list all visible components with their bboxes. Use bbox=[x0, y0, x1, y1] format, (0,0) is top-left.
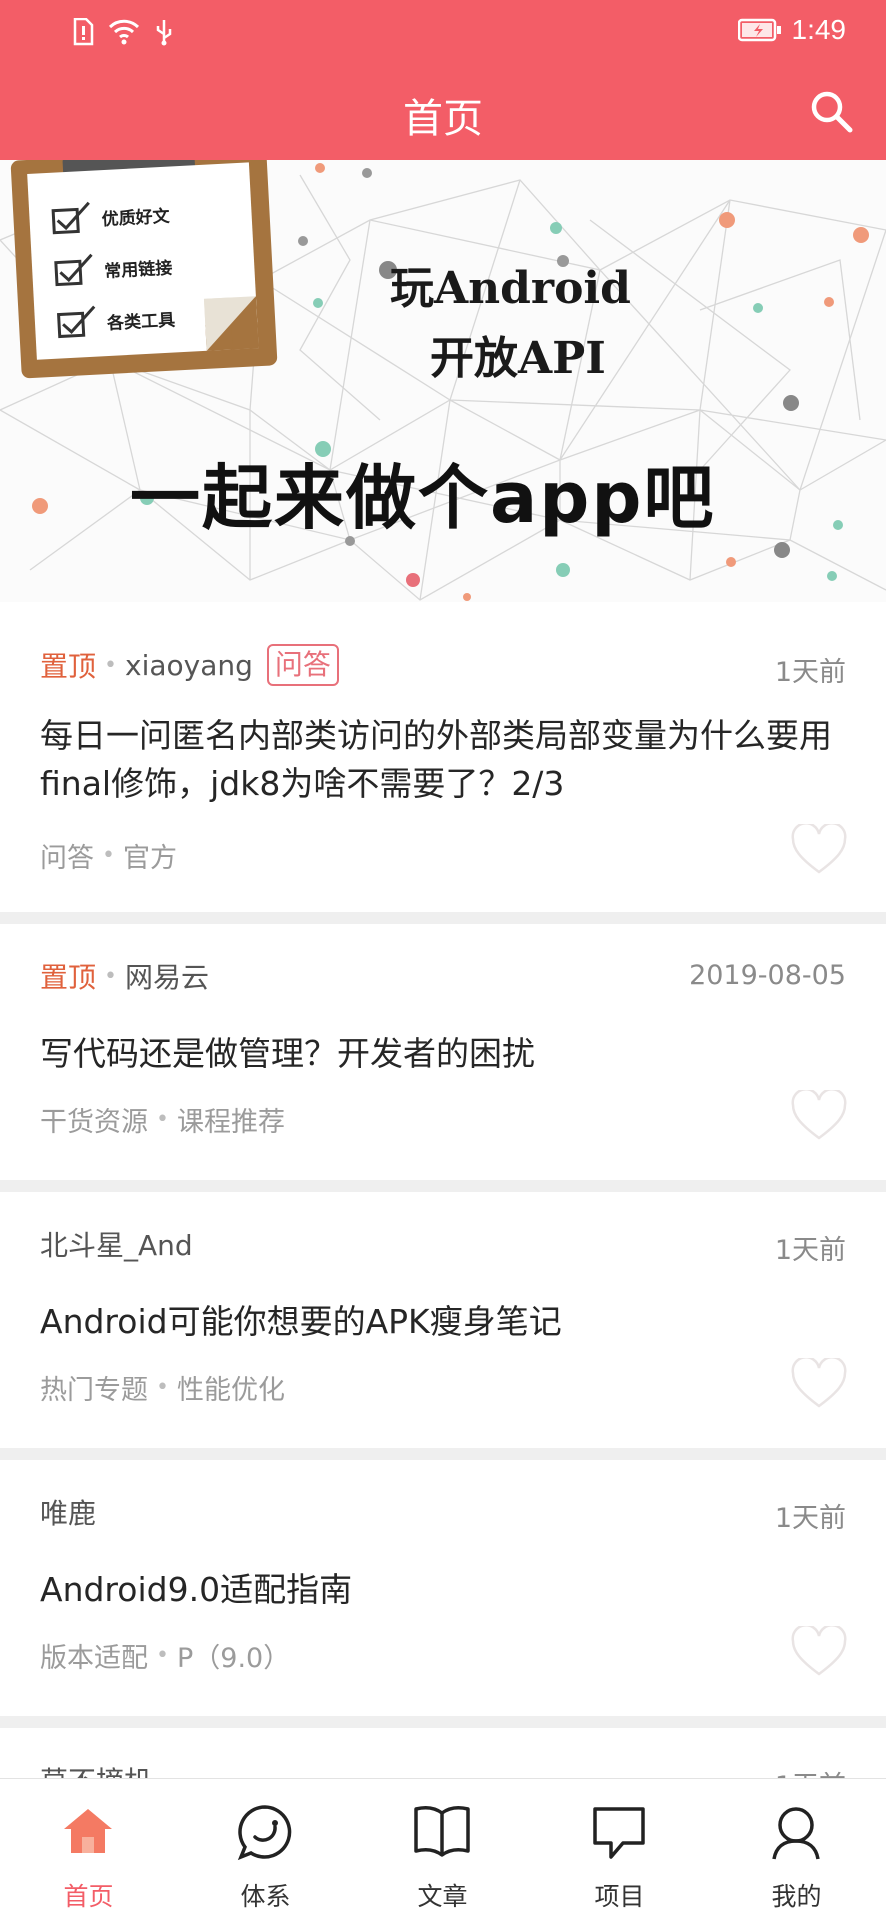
favorite-heart-icon[interactable] bbox=[790, 1626, 848, 1678]
home-icon bbox=[64, 1809, 112, 1853]
tag-subchapter[interactable]: 官方 bbox=[123, 836, 177, 875]
search-icon[interactable] bbox=[806, 86, 856, 136]
article-title[interactable]: Android可能你想要的APK瘦身笔记 bbox=[40, 1298, 846, 1346]
usb-icon bbox=[156, 20, 172, 46]
checkbox-checked-icon bbox=[57, 305, 96, 339]
checkbox-checked-icon bbox=[54, 253, 93, 287]
author-name[interactable]: 网易云 bbox=[125, 956, 209, 996]
favorite-heart-icon[interactable] bbox=[790, 1358, 848, 1410]
favorite-heart-icon[interactable] bbox=[790, 824, 848, 876]
tab-system[interactable]: 体系 bbox=[177, 1779, 354, 1920]
pinned-label: 置顶 bbox=[40, 650, 97, 683]
chat-bubble-icon bbox=[237, 1805, 292, 1861]
checkbox-checked-icon bbox=[51, 201, 90, 235]
article-tags: 问答 • 官方 bbox=[40, 836, 177, 875]
author-name[interactable]: 唯鹿 bbox=[40, 1492, 96, 1532]
tag-chapter[interactable]: 版本适配 bbox=[40, 1636, 148, 1675]
page-title: 首页 bbox=[403, 96, 483, 142]
tab-label: 项目 bbox=[594, 1882, 645, 1911]
clipboard-item-2: 常用链接 bbox=[103, 258, 173, 282]
sim-alert-icon bbox=[73, 18, 94, 46]
publish-time: 1天前 bbox=[774, 1503, 846, 1534]
article-card[interactable]: 置顶 • xiaoyang 问答 1天前 每日一问匿名内部类访问的外部类局部变量… bbox=[0, 602, 886, 912]
book-icon bbox=[414, 1806, 470, 1857]
tag-chapter[interactable]: 热门专题 bbox=[40, 1368, 148, 1407]
article-card[interactable]: 北斗星_And 1天前 Android可能你想要的APK瘦身笔记 热门专题 • … bbox=[0, 1192, 886, 1448]
article-tags: 版本适配 • P（9.0） bbox=[40, 1636, 290, 1675]
article-meta: 置顶 • xiaoyang 问答 bbox=[40, 644, 339, 686]
author-name[interactable]: xiaoyang bbox=[125, 649, 253, 682]
favorite-heart-icon[interactable] bbox=[790, 1090, 848, 1142]
clipboard-item-3: 各类工具 bbox=[106, 309, 176, 334]
tag-chapter[interactable]: 问答 bbox=[40, 836, 94, 875]
article-meta: 北斗星_And bbox=[40, 1224, 193, 1264]
publish-time: 1天前 bbox=[774, 1235, 846, 1266]
publish-time: 1天前 bbox=[774, 657, 846, 688]
article-card[interactable]: 唯鹿 1天前 Android9.0适配指南 版本适配 • P（9.0） bbox=[0, 1460, 886, 1716]
article-title[interactable]: 每日一问匿名内部类访问的外部类局部变量为什么要用final修饰，jdk8为啥不需… bbox=[40, 712, 846, 808]
article-list: 置顶 • xiaoyang 问答 1天前 每日一问匿名内部类访问的外部类局部变量… bbox=[0, 602, 886, 1920]
pinned-label: 置顶 bbox=[40, 961, 97, 994]
tag-chapter[interactable]: 干货资源 bbox=[40, 1100, 148, 1139]
status-bar: 1:49 bbox=[0, 0, 886, 66]
tag-subchapter[interactable]: P（9.0） bbox=[177, 1636, 290, 1675]
clipboard-illustration: 优质好文 常用链接 各类工具 bbox=[10, 160, 278, 379]
category-badge: 问答 bbox=[266, 644, 339, 686]
bottom-navigation: 首页 体系 文章 项目 我的 bbox=[0, 1778, 886, 1920]
banner-headline-2: 开放API bbox=[430, 333, 606, 384]
article-tags: 热门专题 • 性能优化 bbox=[40, 1368, 285, 1407]
tag-subchapter[interactable]: 课程推荐 bbox=[177, 1100, 285, 1139]
article-meta: 唯鹿 bbox=[40, 1492, 96, 1532]
author-name[interactable]: 北斗星_And bbox=[40, 1224, 193, 1264]
publish-time: 2019-08-05 bbox=[689, 960, 846, 991]
article-tags: 干货资源 • 课程推荐 bbox=[40, 1100, 285, 1139]
wifi-icon bbox=[108, 19, 140, 45]
message-square-icon bbox=[593, 1807, 645, 1859]
home-banner[interactable]: 优质好文 常用链接 各类工具 玩Android 开放API 一起来做个app吧 bbox=[0, 160, 886, 602]
tab-label: 我的 bbox=[771, 1882, 822, 1911]
tab-label: 文章 bbox=[417, 1882, 468, 1911]
tag-subchapter[interactable]: 性能优化 bbox=[177, 1368, 285, 1407]
battery-charging-icon bbox=[737, 18, 781, 42]
tab-projects[interactable]: 项目 bbox=[531, 1779, 708, 1920]
article-meta: 置顶 • 网易云 bbox=[40, 956, 209, 996]
user-icon bbox=[772, 1807, 820, 1860]
clipboard-paper: 优质好文 常用链接 各类工具 bbox=[27, 162, 259, 360]
tab-articles[interactable]: 文章 bbox=[354, 1779, 531, 1920]
tab-label: 首页 bbox=[63, 1882, 114, 1911]
tab-label: 体系 bbox=[240, 1882, 291, 1911]
article-title[interactable]: 写代码还是做管理？开发者的困扰 bbox=[40, 1030, 846, 1078]
tab-mine[interactable]: 我的 bbox=[708, 1779, 885, 1920]
banner-headline-1: 玩Android bbox=[390, 263, 631, 314]
paper-fold bbox=[203, 296, 259, 351]
app-header: 1:49 首页 bbox=[0, 0, 886, 160]
status-time: 1:49 bbox=[791, 14, 847, 45]
tab-home[interactable]: 首页 bbox=[0, 1779, 177, 1920]
clipboard-item-1: 优质好文 bbox=[101, 206, 171, 230]
article-card[interactable]: 置顶 • 网易云 2019-08-05 写代码还是做管理？开发者的困扰 干货资源… bbox=[0, 924, 886, 1180]
article-title[interactable]: Android9.0适配指南 bbox=[40, 1566, 846, 1614]
banner-slogan: 一起来做个app吧 bbox=[130, 457, 716, 539]
